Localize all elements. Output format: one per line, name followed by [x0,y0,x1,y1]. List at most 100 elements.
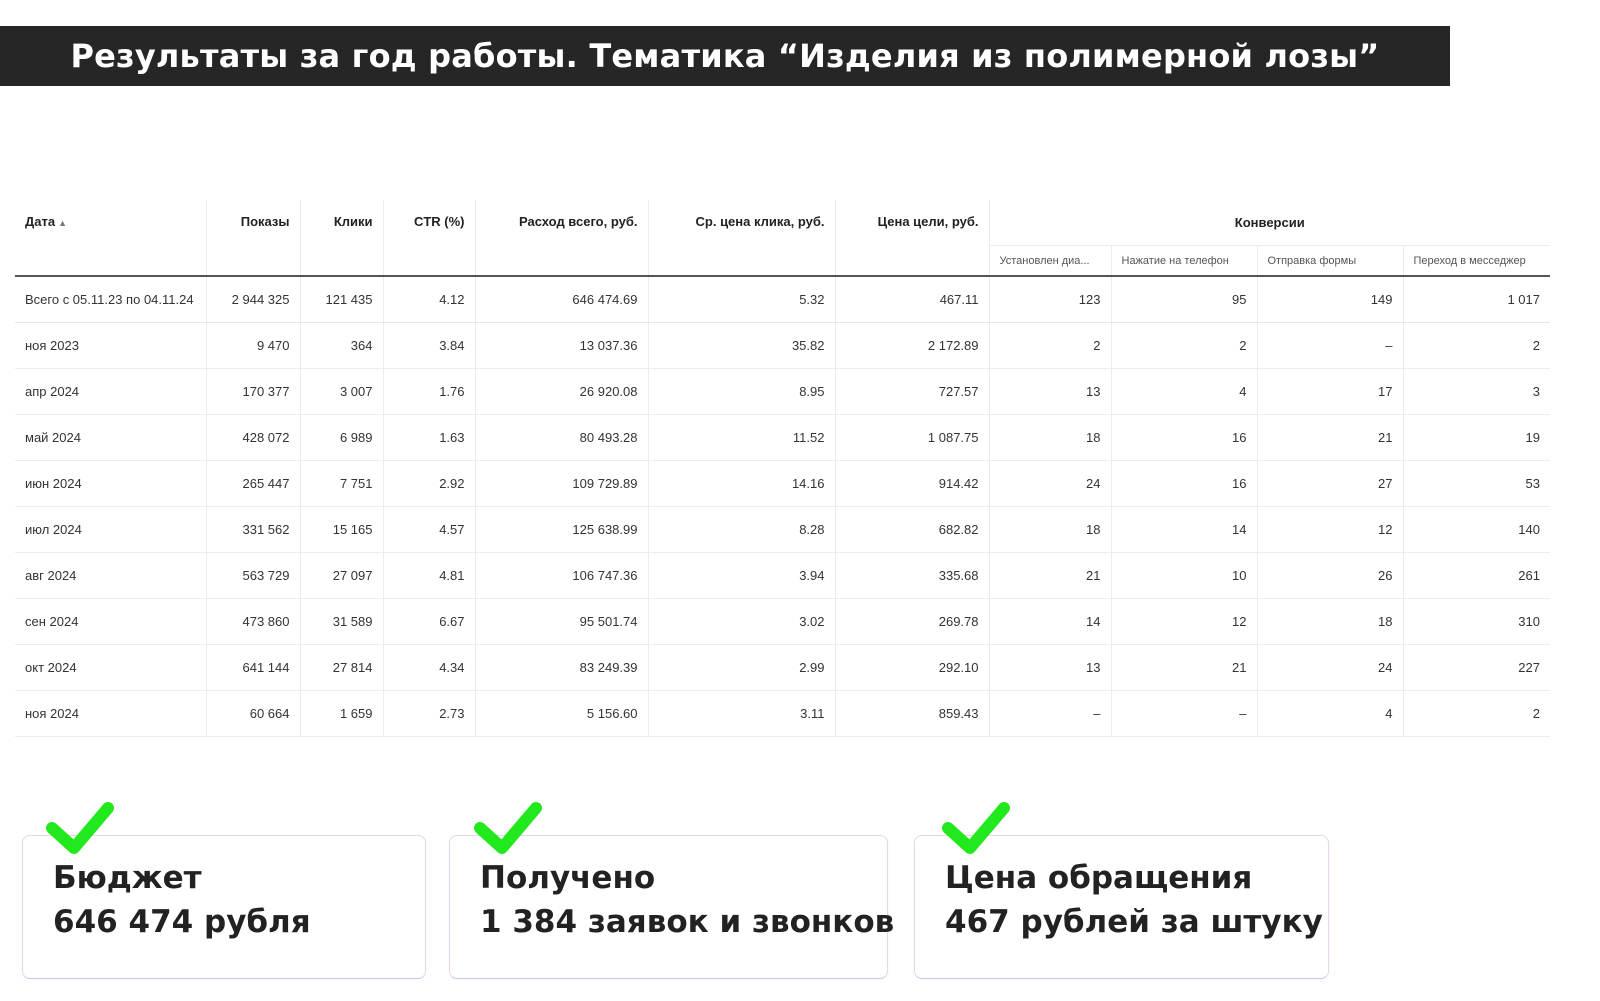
cell: 331 562 [205,506,300,553]
column-header-shows[interactable]: Показы [205,200,300,277]
cell: 18 [988,506,1111,553]
cell: 27 [1256,460,1403,507]
cell: 21 [1110,644,1257,691]
cell: 1.76 [382,368,475,415]
table-row: сен 2024 473 860 31 589 6.67 95 501.74 3.02 26… [15,598,1550,645]
column-header-date[interactable]: Дата ▲ [15,200,206,277]
cell: 83 249.39 [474,644,648,691]
cell: – [988,690,1111,737]
cell: 140 [1402,506,1550,553]
cell: 18 [1256,598,1403,645]
cell: 364 [299,322,383,369]
cell: 170 377 [205,368,300,415]
row-label: июн 2024 [15,460,206,507]
column-header-avg-click[interactable]: Ср. цена клика, руб. [647,200,835,277]
cell: 6 989 [299,414,383,461]
cell: 2 [988,322,1111,369]
cell: 5.32 [647,275,835,323]
cell: 109 729.89 [474,460,648,507]
column-header-form-send[interactable]: Отправка формы [1256,245,1403,277]
cell: 1 017 [1402,275,1550,323]
cell: 1 659 [299,690,383,737]
cell: 95 [1110,275,1257,323]
cell: 19 [1402,414,1550,461]
cell: 4.57 [382,506,475,553]
title-banner: Результаты за год работы. Тематика “Изде… [0,26,1450,86]
row-label: июл 2024 [15,506,206,553]
table-row: апр 2024 170 377 3 007 1.76 26 920.08 8.95 727… [15,368,1550,415]
cell: 13 037.36 [474,322,648,369]
column-header-goal-price[interactable]: Цена цели, руб. [834,200,989,277]
cell: 15 165 [299,506,383,553]
cell: 13 [988,644,1111,691]
cell: 16 [1110,460,1257,507]
cell: 11.52 [647,414,835,461]
cell: 473 860 [205,598,300,645]
cell: 6.67 [382,598,475,645]
cell: 3.11 [647,690,835,737]
budget-card-value: 646 474 рубля [53,904,311,940]
cell: 27 097 [299,552,383,599]
cell: 8.95 [647,368,835,415]
cell: 3 007 [299,368,383,415]
cell: 5 156.60 [474,690,648,737]
cell: 106 747.36 [474,552,648,599]
cell: 2 [1110,322,1257,369]
table-row: июл 2024 331 562 15 165 4.57 125 638.99 8.28 6… [15,506,1550,553]
column-header-phone-click[interactable]: Нажатие на телефон [1110,245,1257,277]
column-header-dialog[interactable]: Установлен диа... [988,245,1111,277]
cell: 2 [1402,322,1550,369]
cell: 646 474.69 [474,275,648,323]
cell: 4.12 [382,275,475,323]
column-header-clicks[interactable]: Клики [299,200,383,277]
cell: 60 664 [205,690,300,737]
column-header-ctr[interactable]: CTR (%) [382,200,475,277]
cell: – [1256,322,1403,369]
cell: 914.42 [834,460,989,507]
cell: 12 [1110,598,1257,645]
row-label: авг 2024 [15,552,206,599]
row-label: май 2024 [15,414,206,461]
cell: 17 [1256,368,1403,415]
cell: 1.63 [382,414,475,461]
cell: 24 [1256,644,1403,691]
leads-card-value: 1 384 заявок и звонков [480,904,895,940]
cell: 26 [1256,552,1403,599]
cell: 24 [988,460,1111,507]
table-row: авг 2024 563 729 27 097 4.81 106 747.36 3.94 3… [15,552,1550,599]
cell: 27 814 [299,644,383,691]
cell: 563 729 [205,552,300,599]
sort-asc-icon: ▲ [58,218,68,228]
checkmark-icon [942,802,1010,854]
cell: 125 638.99 [474,506,648,553]
cell: 14.16 [647,460,835,507]
cell: 428 072 [205,414,300,461]
cell: 682.82 [834,506,989,553]
cell: 7 751 [299,460,383,507]
cell: 335.68 [834,552,989,599]
cell: 310 [1402,598,1550,645]
cell: 21 [1256,414,1403,461]
cell: 10 [1110,552,1257,599]
stats-table: Всего с 05.11.23 по 04.11.24 2 944 325 121… [15,200,1550,737]
cell: 53 [1402,460,1550,507]
table-row: июн 2024 265 447 7 751 2.92 109 729.89 14.16 9… [15,460,1550,507]
cell: 14 [988,598,1111,645]
column-header-messenger[interactable]: Переход в месседжер [1402,245,1550,277]
cell: 16 [1110,414,1257,461]
checkmark-icon [474,802,542,854]
column-header-cost[interactable]: Расход всего, руб. [474,200,648,277]
page-title: Результаты за год работы. Тематика “Изде… [70,37,1380,75]
cell: 123 [988,275,1111,323]
cell: 3.94 [647,552,835,599]
cell: 265 447 [205,460,300,507]
cell: 21 [988,552,1111,599]
total-row: Всего с 05.11.23 по 04.11.24 2 944 325 121… [15,275,1550,323]
budget-card-title: Бюджет [53,860,202,896]
cell: 3 [1402,368,1550,415]
lead-price-card-title: Цена обращения [945,860,1253,896]
cell: 2 [1402,690,1550,737]
row-label: сен 2024 [15,598,206,645]
table-row: окт 2024 641 144 27 814 4.34 83 249.39 2.99 29… [15,644,1550,691]
leads-card-title: Получено [480,860,656,896]
